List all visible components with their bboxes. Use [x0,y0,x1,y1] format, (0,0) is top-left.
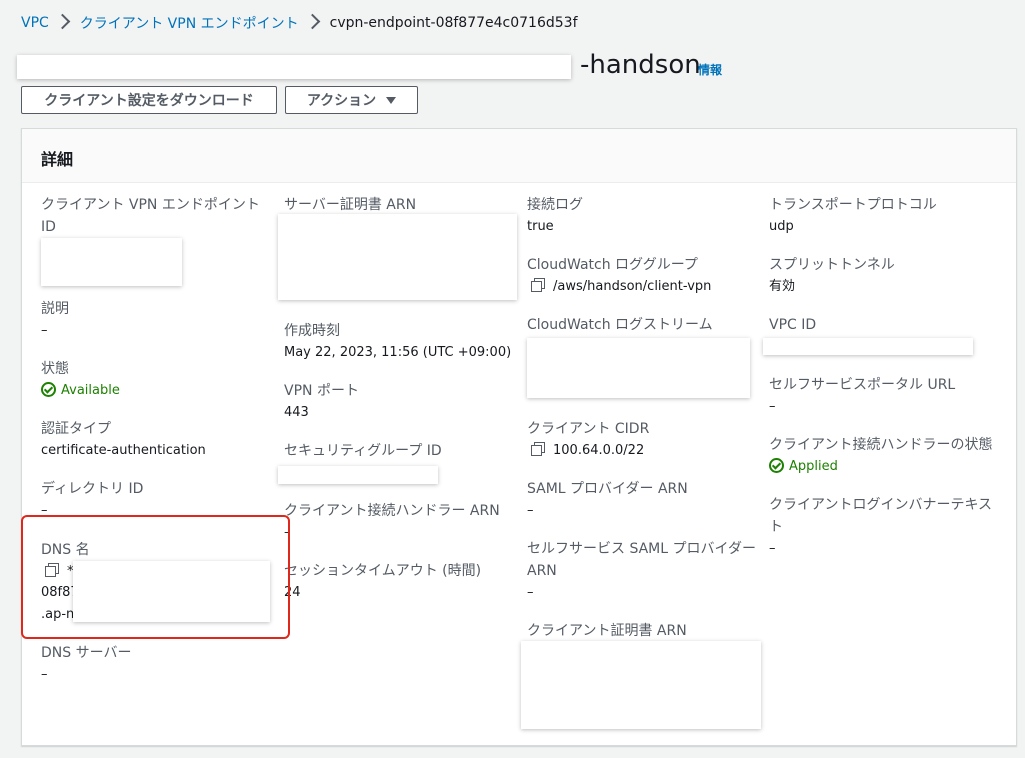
actions-button[interactable]: アクション [285,86,418,114]
copy-icon[interactable] [531,442,545,456]
split-tunnel-value: 有効 [769,279,796,294]
description-label: 説明 [41,301,69,317]
details-panel-title: 詳細 [41,150,74,169]
cloudwatch-log-stream-label: CloudWatch ログストリーム [527,317,713,333]
connect-handler-state-value: Applied [769,457,838,477]
download-button-label: クライアント設定をダウンロード [44,93,254,109]
description-value: – [41,323,48,338]
selfservice-saml-provider-value: – [527,585,534,600]
login-banner-text-label: クライアントログインバナーテキス ト [769,497,993,535]
state-label: 状態 [41,361,69,377]
breadcrumb-current: cvpn-endpoint-08f877e4c0716d53f [329,15,578,31]
selfservice-portal-url-label: セルフサービスポータル URL [769,377,956,393]
saml-provider-arn-value: – [527,503,534,518]
created-value: May 22, 2023, 11:56 (UTC +09:00) [284,345,512,360]
breadcrumb-client-vpn-endpoints[interactable]: クライアント VPN エンドポイント [80,13,299,33]
login-banner-text-value: – [769,541,776,556]
state-value: Available [41,381,120,401]
info-link[interactable]: 情報 [698,61,722,78]
auth-type-label: 認証タイプ [41,421,111,437]
connect-handler-arn-label: クライアント接続ハンドラー ARN [284,503,500,519]
redacted-vpc-id [763,338,973,355]
copy-icon[interactable] [531,278,545,292]
client-cidr-value: 100.64.0.0/22 [531,441,644,461]
created-label: 作成時刻 [284,323,340,339]
connection-log-label: 接続ログ [527,197,583,213]
redacted-client-cert-arn [521,641,761,729]
chevron-right-icon [304,13,320,29]
connection-log-value: true [527,219,554,234]
dns-name-highlight-box [21,515,290,639]
dns-server-value: – [41,667,48,682]
download-client-config-button[interactable]: クライアント設定をダウンロード [21,86,277,114]
vpc-id-label: VPC ID [769,317,817,333]
client-cidr-label: クライアント CIDR [527,421,650,437]
breadcrumb: VPC クライアント VPN エンドポイント cvpn-endpoint-08f87… [21,13,578,33]
dns-server-label: DNS サーバー [41,645,132,661]
check-circle-icon [41,382,56,397]
cloudwatch-log-group-value: /aws/handson/client-vpn [531,277,711,297]
cloudwatch-log-group-label: CloudWatch ロググループ [527,257,698,273]
check-circle-icon [769,458,784,473]
transport-protocol-value: udp [769,219,794,234]
split-tunnel-label: スプリットトンネル [769,257,895,273]
page-title-text: -handson [580,50,701,80]
caret-down-icon [386,96,397,104]
vpn-port-value: 443 [284,405,309,420]
redacted-cloudwatch-log-stream [527,338,750,398]
actions-button-label: アクション [306,93,377,109]
transport-protocol-label: トランスポートプロトコル [769,197,937,213]
session-timeout-label: セッションタイムアウト (時間) [284,563,482,579]
auth-type-value: certificate-authentication [41,443,206,458]
client-cert-arn-label: クライアント証明書 ARN [527,623,687,639]
server-cert-arn-label: サーバー証明書 ARN [284,197,417,213]
vpn-port-label: VPN ポート [284,383,359,399]
chevron-right-icon [54,13,71,29]
security-group-label: セキュリティグループ ID [284,443,442,459]
page-title: -handson [580,48,701,82]
selfservice-saml-provider-label: セルフサービス SAML プロバイダー ARN [527,541,756,579]
redacted-title [17,55,571,79]
details-panel-header: 詳細 [22,129,1016,183]
redacted-endpoint-id [41,238,182,286]
saml-provider-arn-label: SAML プロバイダー ARN [527,481,688,497]
breadcrumb-vpc[interactable]: VPC [21,15,49,31]
directory-id-label: ディレクトリ ID [41,481,144,497]
redacted-server-cert-arn [278,214,517,300]
connect-handler-state-label: クライアント接続ハンドラーの状態 [769,437,993,453]
redacted-security-group [278,466,438,484]
selfservice-portal-url-value: – [769,399,776,414]
endpoint-id-label: クライアント VPN エンドポイント ID [41,197,260,235]
